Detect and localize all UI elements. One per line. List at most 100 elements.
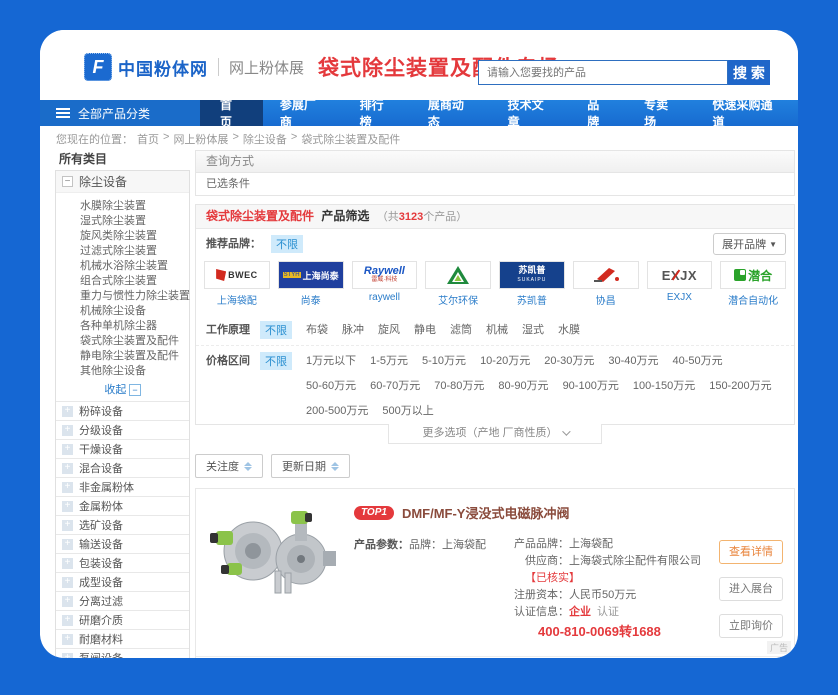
minus-icon[interactable]: − <box>62 176 73 187</box>
product-title[interactable]: DMF/MF-Y浸没式电磁脉冲阀 <box>402 503 570 522</box>
nav-item-home[interactable]: 首页 <box>200 100 263 126</box>
sidebar-group-dust-equipment[interactable]: − 除尘设备 <box>56 171 189 193</box>
filter-option[interactable]: 50-60万元 <box>306 377 356 393</box>
sidebar-item-forming[interactable]: +成型设备 <box>56 572 189 591</box>
sidebar-item-mixing[interactable]: +混合设备 <box>56 458 189 477</box>
filter-option[interactable]: 150-200万元 <box>709 377 771 393</box>
plus-icon[interactable]: + <box>62 425 73 436</box>
brand-exjx[interactable]: EXJX EXJX <box>647 261 713 307</box>
sidebar-item-metal-powder[interactable]: +金属粉体 <box>56 496 189 515</box>
filter-option[interactable]: 湿式 <box>522 321 544 337</box>
inquiry-button[interactable]: 立即询价 <box>719 614 783 638</box>
sub-category[interactable]: 机械水浴除尘装置 <box>80 259 189 274</box>
filter-option[interactable]: 200-500万元 <box>306 402 368 418</box>
plus-icon[interactable]: + <box>62 463 73 474</box>
product-image[interactable] <box>208 501 338 597</box>
expand-brands-button[interactable]: 展开品牌 ▼ <box>713 233 786 255</box>
sort-by-attention-button[interactable]: 关注度 <box>195 454 263 478</box>
all-categories-menu[interactable]: 全部产品分类 <box>40 100 200 126</box>
more-options-toggle[interactable]: 更多选项（产地 厂商性质） <box>388 424 602 444</box>
brand-xiechang[interactable]: 协昌 <box>573 261 639 307</box>
sub-category[interactable]: 其他除尘设备 <box>80 364 189 379</box>
price-unlimited-tag[interactable]: 不限 <box>260 352 292 370</box>
supplier-value[interactable]: 上海袋式除尘配件有限公司 <box>569 555 701 567</box>
enter-booth-button[interactable]: 进入展台 <box>719 577 783 601</box>
search-input[interactable] <box>478 60 728 85</box>
sub-category[interactable]: 各种单机除尘器 <box>80 319 189 334</box>
sub-category[interactable]: 静电除尘装置及配件 <box>80 349 189 364</box>
brand-aierhuanbao[interactable]: 艾尔环保 <box>425 261 491 307</box>
filter-option[interactable]: 5-10万元 <box>422 352 466 368</box>
sidebar-item-drying[interactable]: +干燥设备 <box>56 439 189 458</box>
filter-option[interactable]: 100-150万元 <box>633 377 695 393</box>
plus-icon[interactable]: + <box>62 596 73 607</box>
filter-option[interactable]: 旋风 <box>378 321 400 337</box>
nav-item-brands[interactable]: 品牌 <box>570 100 627 126</box>
sub-category[interactable]: 湿式除尘装置 <box>80 214 189 229</box>
sub-category[interactable]: 过滤式除尘装置 <box>80 244 189 259</box>
nav-item-news[interactable]: 展商动态 <box>411 100 491 126</box>
sidebar-item-separation[interactable]: +分离过滤 <box>56 591 189 610</box>
plus-icon[interactable]: + <box>62 520 73 531</box>
plus-icon[interactable]: + <box>62 653 73 659</box>
filter-option[interactable]: 滤筒 <box>450 321 472 337</box>
sub-category[interactable]: 旋风类除尘装置 <box>80 229 189 244</box>
filter-option[interactable]: 20-30万元 <box>544 352 594 368</box>
principle-unlimited-tag[interactable]: 不限 <box>260 321 292 339</box>
sidebar-item-wear-material[interactable]: +耐磨材料 <box>56 629 189 648</box>
filter-option[interactable]: 30-40万元 <box>608 352 658 368</box>
brand-raywell[interactable]: Raywell雷威·科技 raywell <box>352 261 418 307</box>
sub-category[interactable]: 水膜除尘装置 <box>80 199 189 214</box>
plus-icon[interactable]: + <box>62 558 73 569</box>
sub-category[interactable]: 重力与惯性力除尘装置 <box>80 289 189 304</box>
brand-qianhe[interactable]: 潜合 潜合自动化 <box>720 261 786 307</box>
breadcrumb-link[interactable]: 除尘设备 <box>243 131 287 147</box>
filter-option[interactable]: 静电 <box>414 321 436 337</box>
filter-option[interactable]: 脉冲 <box>342 321 364 337</box>
plus-icon[interactable]: + <box>62 501 73 512</box>
nav-item-articles[interactable]: 技术文章 <box>491 100 571 126</box>
sidebar-item-nonmetal-powder[interactable]: +非金属粉体 <box>56 477 189 496</box>
sidebar-item-grinding-media[interactable]: +研磨介质 <box>56 610 189 629</box>
sort-by-date-button[interactable]: 更新日期 <box>271 454 350 478</box>
filter-option[interactable]: 90-100万元 <box>563 377 619 393</box>
filter-option[interactable]: 1万元以下 <box>306 352 356 368</box>
brand-shangtai[interactable]: STYH上海尚泰 尚泰 <box>278 261 344 307</box>
view-detail-button[interactable]: 查看详情 <box>719 540 783 564</box>
breadcrumb-link[interactable]: 首页 <box>137 131 159 147</box>
filter-option[interactable]: 机械 <box>486 321 508 337</box>
nav-item-exhibitors[interactable]: 参展厂商 <box>263 100 343 126</box>
plus-icon[interactable]: + <box>62 577 73 588</box>
plus-icon[interactable]: + <box>62 482 73 493</box>
collapse-toggle[interactable]: 收起 − <box>56 381 189 401</box>
sidebar-item-packaging[interactable]: +包装设备 <box>56 553 189 572</box>
filter-option[interactable]: 80-90万元 <box>498 377 548 393</box>
brand-unlimited-tag[interactable]: 不限 <box>271 235 303 253</box>
filter-option[interactable]: 10-20万元 <box>480 352 530 368</box>
sidebar-item-classifying[interactable]: +分级设备 <box>56 420 189 439</box>
filter-option[interactable]: 布袋 <box>306 321 328 337</box>
plus-icon[interactable]: + <box>62 406 73 417</box>
sub-category[interactable]: 机械除尘设备 <box>80 304 189 319</box>
plus-icon[interactable]: + <box>62 444 73 455</box>
search-button[interactable]: 搜 索 <box>728 60 770 85</box>
nav-item-quick-purchase[interactable]: 快速采购通道 <box>695 100 798 126</box>
nav-item-ranking[interactable]: 排行榜 <box>343 100 411 126</box>
sidebar-item-conveying[interactable]: +输送设备 <box>56 534 189 553</box>
plus-icon[interactable]: + <box>62 539 73 550</box>
filter-option[interactable]: 40-50万元 <box>672 352 722 368</box>
filter-option[interactable]: 500万以上 <box>382 402 433 418</box>
breadcrumb-link[interactable]: 网上粉体展 <box>173 131 228 147</box>
brand-shanghaidaipei[interactable]: BWEC 上海袋配 <box>204 261 270 307</box>
filter-option[interactable]: 1-5万元 <box>370 352 408 368</box>
sidebar-item-crushing[interactable]: +粉碎设备 <box>56 401 189 420</box>
filter-option[interactable]: 60-70万元 <box>370 377 420 393</box>
plus-icon[interactable]: + <box>62 634 73 645</box>
filter-option[interactable]: 水膜 <box>558 321 580 337</box>
sub-category[interactable]: 组合式除尘装置 <box>80 274 189 289</box>
nav-item-stores[interactable]: 专卖场 <box>627 100 695 126</box>
sidebar-item-mineral[interactable]: +选矿设备 <box>56 515 189 534</box>
sidebar-item-pump-valve[interactable]: +泵阀设备 <box>56 648 189 658</box>
brand-sukaipu[interactable]: 苏凯普SUKAIPU 苏凯普 <box>499 261 565 307</box>
plus-icon[interactable]: + <box>62 615 73 626</box>
